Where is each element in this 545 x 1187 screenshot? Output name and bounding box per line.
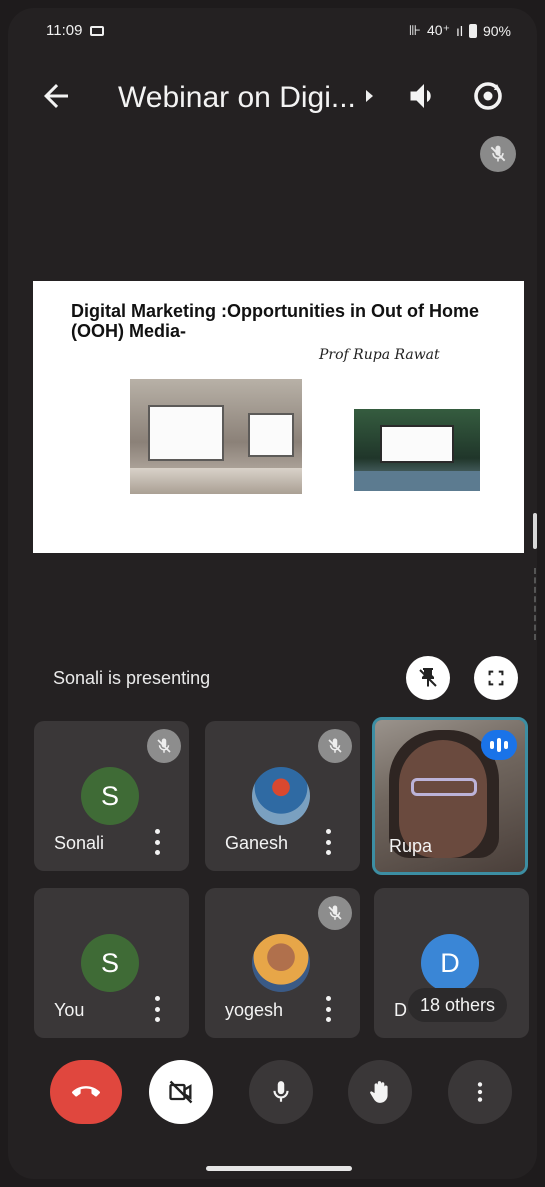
speaking-indicator-icon: [481, 730, 517, 760]
screen-panel: [148, 405, 224, 461]
battery-icon: [468, 23, 477, 38]
switch-camera-button[interactable]: [470, 78, 506, 114]
back-arrow-icon: [44, 84, 68, 108]
more-options-button[interactable]: [325, 996, 331, 1022]
participant-tile-sonali[interactable]: S Sonali: [34, 721, 189, 871]
participant-tile-you[interactable]: S You: [34, 888, 189, 1038]
slide-author: Prof Rupa Rawat: [319, 347, 440, 363]
outdoor-billboard-image: [354, 409, 480, 491]
participant-mic-status: [318, 896, 352, 930]
fullscreen-button[interactable]: [474, 656, 518, 700]
participant-name: yogesh: [225, 1000, 284, 1020]
slide-title: Digital Marketing :Opportunities in Out …: [71, 301, 479, 341]
title-expand-icon[interactable]: [366, 90, 373, 102]
camera-off-icon: [169, 1080, 193, 1104]
presenting-status: Sonali is presenting: [53, 668, 211, 688]
scrollbar-track: [534, 568, 537, 640]
avatar: D: [421, 934, 479, 992]
end-call-button[interactable]: [50, 1060, 122, 1124]
unpin-button[interactable]: [406, 656, 450, 700]
participant-name: Sonali: [54, 833, 105, 853]
status-time-group: 11:09: [46, 22, 105, 39]
status-right: ⊪ 40⁺ ıl 90%: [409, 22, 511, 39]
indoor-screens-image: [130, 379, 302, 494]
meeting-header: Webinar on Digi...: [8, 66, 537, 126]
mic-off-icon: [157, 738, 171, 753]
participant-tile-rupa[interactable]: Rupa: [372, 717, 528, 875]
participant-name: You: [54, 1000, 85, 1020]
mic-icon: [273, 1081, 289, 1102]
meeting-screen: 11:09 ⊪ 40⁺ ıl 90% Webinar on Digi... Di…: [8, 8, 537, 1179]
end-call-icon: [72, 1086, 100, 1097]
scrollbar-thumb[interactable]: [533, 513, 537, 549]
network-label: 40⁺: [427, 22, 450, 38]
status-time: 11:09: [46, 22, 83, 39]
mic-off-icon: [490, 145, 506, 162]
speaker-icon: [410, 84, 431, 108]
unpin-icon: [419, 668, 437, 687]
raise-hand-icon: [370, 1081, 388, 1103]
more-options-menu-button[interactable]: [448, 1060, 512, 1124]
camera-toggle-button[interactable]: [149, 1060, 213, 1124]
participant-name: D: [394, 1000, 407, 1020]
participant-mic-status: [147, 729, 181, 763]
presenter-mic-status: [480, 136, 516, 172]
raise-hand-button[interactable]: [348, 1060, 412, 1124]
avatar: [252, 934, 310, 992]
fullscreen-icon: [488, 670, 504, 686]
mic-off-icon: [328, 738, 342, 753]
participant-tile-ganesh[interactable]: Ganesh: [205, 721, 360, 871]
home-indicator[interactable]: [206, 1166, 352, 1171]
screen-panel: [248, 413, 294, 457]
avatar: S: [81, 934, 139, 992]
screen-record-icon: [90, 25, 105, 36]
more-vert-icon: [477, 1082, 483, 1102]
ground: [354, 471, 480, 491]
audio-output-button[interactable]: [406, 78, 442, 114]
participant-name: Ganesh: [225, 833, 289, 853]
status-bar: 11:09 ⊪ 40⁺ ıl 90%: [8, 8, 537, 52]
floor: [130, 468, 302, 494]
avatar: [252, 767, 310, 825]
switch-camera-icon: [474, 82, 502, 110]
microphone-toggle-button[interactable]: [249, 1060, 313, 1124]
participant-tile-yogesh[interactable]: yogesh: [205, 888, 360, 1038]
more-options-button[interactable]: [154, 996, 160, 1022]
presentation-slide[interactable]: Digital Marketing :Opportunities in Out …: [33, 281, 524, 553]
vibrate-icon: ⊪: [408, 22, 421, 38]
participant-tile-others[interactable]: D D 18 others: [374, 888, 529, 1038]
billboard: [380, 425, 454, 463]
avatar: S: [81, 767, 139, 825]
battery-level: 90%: [482, 22, 511, 39]
others-count-badge[interactable]: 18 others: [408, 988, 508, 1022]
back-button[interactable]: [38, 78, 74, 114]
mic-off-icon: [328, 905, 342, 920]
more-options-button[interactable]: [325, 829, 331, 855]
participant-name: Rupa: [389, 836, 433, 856]
more-options-button[interactable]: [154, 829, 160, 855]
participant-mic-status: [318, 729, 352, 763]
meeting-title[interactable]: Webinar on Digi...: [118, 81, 356, 115]
signal-icon: ıl: [455, 22, 463, 39]
video-glasses: [411, 778, 477, 796]
